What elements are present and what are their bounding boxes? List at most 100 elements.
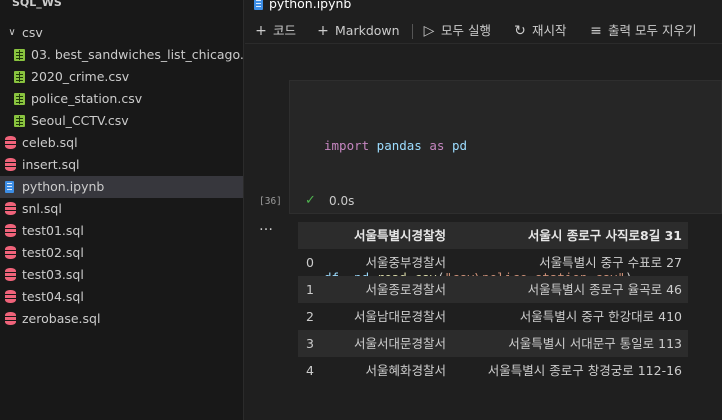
notebook-icon [254,0,263,10]
file-label: test02.sql [22,245,84,260]
row-index: 4 [306,363,314,378]
file-item[interactable]: 2020_crime.csv [0,66,243,88]
row-index: 2 [306,309,314,324]
table-row: 0 서울중부경찰서 서울특별시 중구 수표로 27 [298,249,688,276]
plus-icon: + [255,23,267,39]
file-label: zerobase.sql [22,311,101,326]
database-icon [5,224,16,237]
file-label: test04.sql [22,289,84,304]
table-row: 4 서울혜화경찰서 서울특별시 종로구 창경궁로 112-16 [298,357,688,384]
file-label: test01.sql [22,223,84,238]
file-item[interactable]: test04.sql [0,286,243,308]
table-header-row: 서울특별시경찰청 서울시 종로구 사직로8길 31 [298,222,688,249]
file-item[interactable]: test01.sql [0,220,243,242]
add-markdown-cell-button[interactable]: + Markdown [315,18,400,44]
clear-outputs-label: 출력 모두 지우기 [608,23,697,38]
table-cell: 서울특별시 종로구 창경궁로 112-16 [487,363,682,378]
execution-time: 0.0s [329,194,355,208]
table-cell: 서울혜화경찰서 [365,363,446,378]
file-label: insert.sql [22,157,80,172]
code-token: pandas [369,138,430,153]
notebook-toolbar: + 코드 + Markdown ▷ 모두 실행 ↻ 재시작 ≡ 출력 모두 지우기 [245,18,722,44]
database-icon [5,312,16,325]
file-item[interactable]: 03. best_sandwiches_list_chicago.csv [0,44,243,66]
table-cell: 서울특별시 종로구 율곡로 46 [527,282,682,297]
editor-tab[interactable]: python.ipynb [245,0,371,16]
code-line-1: import pandas as pd [324,135,633,157]
code-token: as [429,138,445,153]
file-label: snl.sql [22,201,62,216]
file-item[interactable]: celeb.sql [0,132,243,154]
file-item-selected[interactable]: python.ipynb [0,176,243,198]
file-label: python.ipynb [22,179,105,194]
add-code-label: 코드 [273,23,297,38]
output-more-actions-icon[interactable]: … [259,218,274,234]
database-icon [5,136,16,149]
file-label: Seoul_CCTV.csv [31,113,129,128]
toolbar-divider [412,24,413,39]
table-row: 2 서울남대문경찰서 서울특별시 중구 한강대로 410 [298,303,688,330]
file-label: 2020_crime.csv [31,69,130,84]
clear-outputs-button[interactable]: ≡ 출력 모두 지우기 [588,18,696,44]
vscode-window: SQL_WS ∨ csv 03. best_sandwiches_list_ch… [0,0,722,420]
add-code-cell-button[interactable]: + 코드 [253,18,296,44]
chevron-down-icon: ∨ [8,27,16,38]
table-cell: 서울특별시 중구 수표로 27 [539,255,682,270]
code-token: import [324,138,370,153]
table-cell: 서울특별시 서대문구 통일로 113 [508,336,682,351]
csv-file-icon [14,71,25,83]
table-header-cell: 서울시 종로구 사직로8길 31 [527,228,682,243]
table-cell: 서울중부경찰서 [365,255,446,270]
run-all-label: 모두 실행 [441,23,491,38]
check-icon: ✓ [305,193,316,208]
file-item[interactable]: police_station.csv [0,88,243,110]
file-item[interactable]: zerobase.sql [0,308,243,330]
row-index: 3 [306,336,314,351]
notebook-editor: python.ipynb + 코드 + Markdown ▷ 모두 실행 ↻ 재시작 ≡… [245,0,722,420]
run-all-icon: ▷ [423,23,435,39]
table-row: 1 서울종로경찰서 서울특별시 종로구 율곡로 46 [298,276,688,303]
folder-label: csv [22,25,43,40]
file-item[interactable]: test02.sql [0,242,243,264]
add-markdown-label: Markdown [335,23,400,38]
workspace-root[interactable]: SQL_WS [0,0,243,14]
csv-file-icon [14,93,25,105]
file-label: celeb.sql [22,135,78,150]
code-token: pd [444,138,468,153]
execution-count: [36] [259,196,282,207]
notebook-icon [5,181,14,193]
restart-icon: ↻ [514,23,526,39]
clear-all-icon: ≡ [590,23,602,39]
dataframe-output: 서울특별시경찰청 서울시 종로구 사직로8길 31 0 서울중부경찰서 서울특별… [298,222,688,384]
database-icon [5,202,16,215]
table-cell: 서울특별시 중구 한강대로 410 [519,309,682,324]
table-header-cell: 서울특별시경찰청 [353,228,446,243]
tab-title: python.ipynb [269,0,352,11]
row-index: 1 [306,282,314,297]
plus-icon: + [317,23,329,39]
csv-file-icon [14,115,25,127]
csv-file-icon [14,49,25,61]
folder-csv[interactable]: ∨ csv [0,22,243,44]
file-item[interactable]: test03.sql [0,264,243,286]
table-cell: 서울서대문경찰서 [353,336,446,351]
database-icon [5,268,16,281]
database-icon [5,290,16,303]
file-item[interactable]: snl.sql [0,198,243,220]
table-row: 3 서울서대문경찰서 서울특별시 서대문구 통일로 113 [298,330,688,357]
file-item[interactable]: insert.sql [0,154,243,176]
table-cell: 서울남대문경찰서 [353,309,446,324]
table-cell: 서울종로경찰서 [365,282,446,297]
explorer-sidebar: SQL_WS ∨ csv 03. best_sandwiches_list_ch… [0,0,244,420]
file-label: test03.sql [22,267,84,282]
run-all-button[interactable]: ▷ 모두 실행 [421,18,491,44]
restart-button[interactable]: ↻ 재시작 [512,18,567,44]
workspace-root-label: SQL_WS [12,0,62,9]
file-label: police_station.csv [31,91,143,106]
file-item[interactable]: Seoul_CCTV.csv [0,110,243,132]
restart-label: 재시작 [532,23,567,38]
database-icon [5,158,16,171]
row-index: 0 [306,255,314,270]
database-icon [5,246,16,259]
